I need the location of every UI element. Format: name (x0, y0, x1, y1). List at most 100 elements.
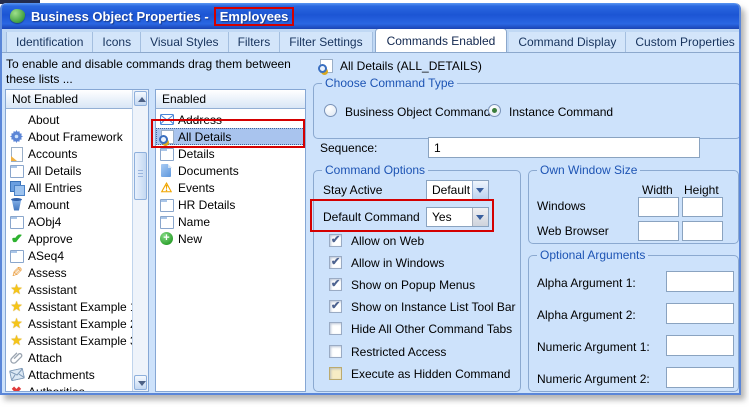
list-item[interactable]: About Framework (6, 128, 148, 145)
stay-active-row: Stay Active Default (314, 180, 520, 200)
checkbox-execute-as-hidden-command[interactable] (329, 367, 342, 380)
tab-identification[interactable]: Identification (6, 32, 94, 52)
list-item[interactable]: Approve (6, 230, 148, 247)
stay-active-dropdown[interactable]: Default (426, 180, 489, 200)
sequence-input[interactable] (428, 137, 700, 158)
windows-width-input[interactable] (638, 197, 679, 217)
list-item[interactable]: AObj4 (6, 213, 148, 230)
radio-instance-command[interactable] (488, 104, 501, 117)
list-item[interactable]: New (156, 230, 305, 247)
alpha-argument-1-input[interactable] (666, 271, 734, 292)
tab-command-display[interactable]: Command Display (509, 32, 627, 52)
tab-icons[interactable]: Icons (93, 32, 142, 52)
list-item[interactable]: Details (156, 145, 305, 162)
star-icon (9, 334, 24, 348)
numeric-argument-2-input[interactable] (666, 367, 734, 388)
chevron-down-icon[interactable] (472, 208, 488, 226)
star-icon (9, 300, 24, 314)
window-icon (159, 215, 174, 229)
gear-icon (9, 130, 24, 144)
chevron-down-icon[interactable] (472, 181, 488, 199)
windows-height-input[interactable] (682, 197, 723, 217)
list-item[interactable]: Attachments (6, 366, 148, 383)
scrollbar-down-button[interactable] (134, 375, 147, 390)
list-item-label: ASeq4 (28, 248, 65, 263)
scrollbar-up-button[interactable] (134, 91, 147, 106)
default-command-dropdown[interactable]: Yes (426, 207, 489, 227)
list-item[interactable]: Assistant Example 1 (6, 298, 148, 315)
plus-icon (159, 231, 174, 246)
checkbox-show-on-instance-list-tool-bar[interactable] (329, 299, 342, 313)
own-window-size-group: Own Window Size Width Height Windows Web… (528, 163, 739, 244)
width-column-header: Width (642, 183, 673, 197)
bucket-icon (9, 197, 24, 212)
scrollbar-thumb[interactable] (134, 152, 147, 200)
tab-filters[interactable]: Filters (228, 32, 281, 52)
tab-visual-styles[interactable]: Visual Styles (141, 32, 229, 52)
checkbox-show-on-popup-menus[interactable] (329, 277, 342, 291)
checkbox-hide-all-other-command-tabs[interactable] (329, 322, 342, 335)
list-item-label: Events (178, 180, 215, 195)
tab-custom-properties[interactable]: Custom Properties (626, 32, 739, 52)
list-item[interactable]: Accounts (6, 145, 148, 162)
list-item[interactable]: Amount (6, 196, 148, 213)
detail-header-label: All Details (ALL_DETAILS) (340, 59, 482, 73)
list-item-selected[interactable]: All Details (156, 128, 305, 145)
tab-commands-enabled[interactable]: Commands Enabled (374, 29, 508, 52)
list-item[interactable]: Assistant (6, 281, 148, 298)
checkbox-label: Restricted Access (351, 345, 447, 359)
checkbox-label: Allow in Windows (351, 256, 445, 270)
list-item[interactable]: Events (156, 179, 305, 196)
checkbox-restricted-access[interactable] (329, 345, 342, 358)
list-item[interactable]: All Entries (6, 179, 148, 196)
web-browser-width-input[interactable] (638, 221, 679, 241)
radio-business-object-command[interactable] (324, 104, 337, 117)
list-item-label: About (28, 112, 60, 127)
list-item[interactable]: Address (156, 111, 305, 128)
paperclip-icon (9, 351, 24, 365)
web-browser-height-input[interactable] (682, 221, 723, 241)
checkbox-allow-in-windows[interactable] (329, 255, 342, 269)
list-item[interactable]: About (6, 111, 148, 128)
list-item[interactable]: All Details (6, 162, 148, 179)
blank-icon (9, 113, 24, 127)
enabled-list: Enabled Address All Details Details Docu… (155, 89, 306, 392)
scrollbar-grip (138, 173, 143, 174)
list-item-label: Accounts (28, 146, 78, 161)
optional-arguments-group: Optional Arguments Alpha Argument 1: Alp… (528, 248, 739, 392)
checkbox-allow-on-web[interactable] (329, 233, 342, 247)
chevron-up-icon (138, 97, 146, 102)
list-item[interactable]: ASeq4 (6, 247, 148, 264)
list-item[interactable]: HR Details (156, 196, 305, 213)
web-browser-row-label: Web Browser (537, 224, 609, 238)
group-legend: Optional Arguments (537, 248, 649, 262)
check-icon (9, 232, 24, 246)
numeric-argument-1-input[interactable] (666, 335, 734, 356)
list-item[interactable]: Attach (6, 349, 148, 366)
list-item-label: All Details (178, 129, 232, 144)
list-item[interactable]: Assess (6, 264, 148, 281)
list-item[interactable]: Name (156, 213, 305, 230)
not-enabled-header: Not Enabled (6, 90, 132, 109)
alpha-argument-2-label: Alpha Argument 2: (537, 308, 636, 322)
checkbox-row: Hide All Other Command Tabs (314, 322, 520, 336)
list-item[interactable]: Authorities (6, 383, 148, 392)
enabled-header: Enabled (156, 90, 305, 109)
preview-icon (159, 129, 174, 144)
checkbox-row: Restricted Access (314, 345, 520, 359)
list-item[interactable]: Documents (156, 162, 305, 179)
group-legend: Command Options (322, 163, 429, 177)
list-item[interactable]: Assistant Example 2 (6, 315, 148, 332)
title-bar[interactable]: Business Object Properties - Employees (2, 3, 739, 29)
list-item-label: Assistant Example 3 (28, 333, 137, 348)
document-icon (159, 163, 174, 178)
checkbox-row: Execute as Hidden Command (314, 367, 520, 381)
tab-filter-settings[interactable]: Filter Settings (280, 32, 373, 52)
scrollbar[interactable] (132, 90, 148, 391)
alpha-argument-2-input[interactable] (666, 303, 734, 324)
checkbox-row: Show on Instance List Tool Bar (314, 299, 520, 314)
numeric-argument-2-label: Numeric Argument 2: (537, 372, 650, 386)
list-item[interactable]: Assistant Example 3 (6, 332, 148, 349)
pencil-icon (9, 266, 24, 280)
warning-icon (159, 181, 174, 195)
